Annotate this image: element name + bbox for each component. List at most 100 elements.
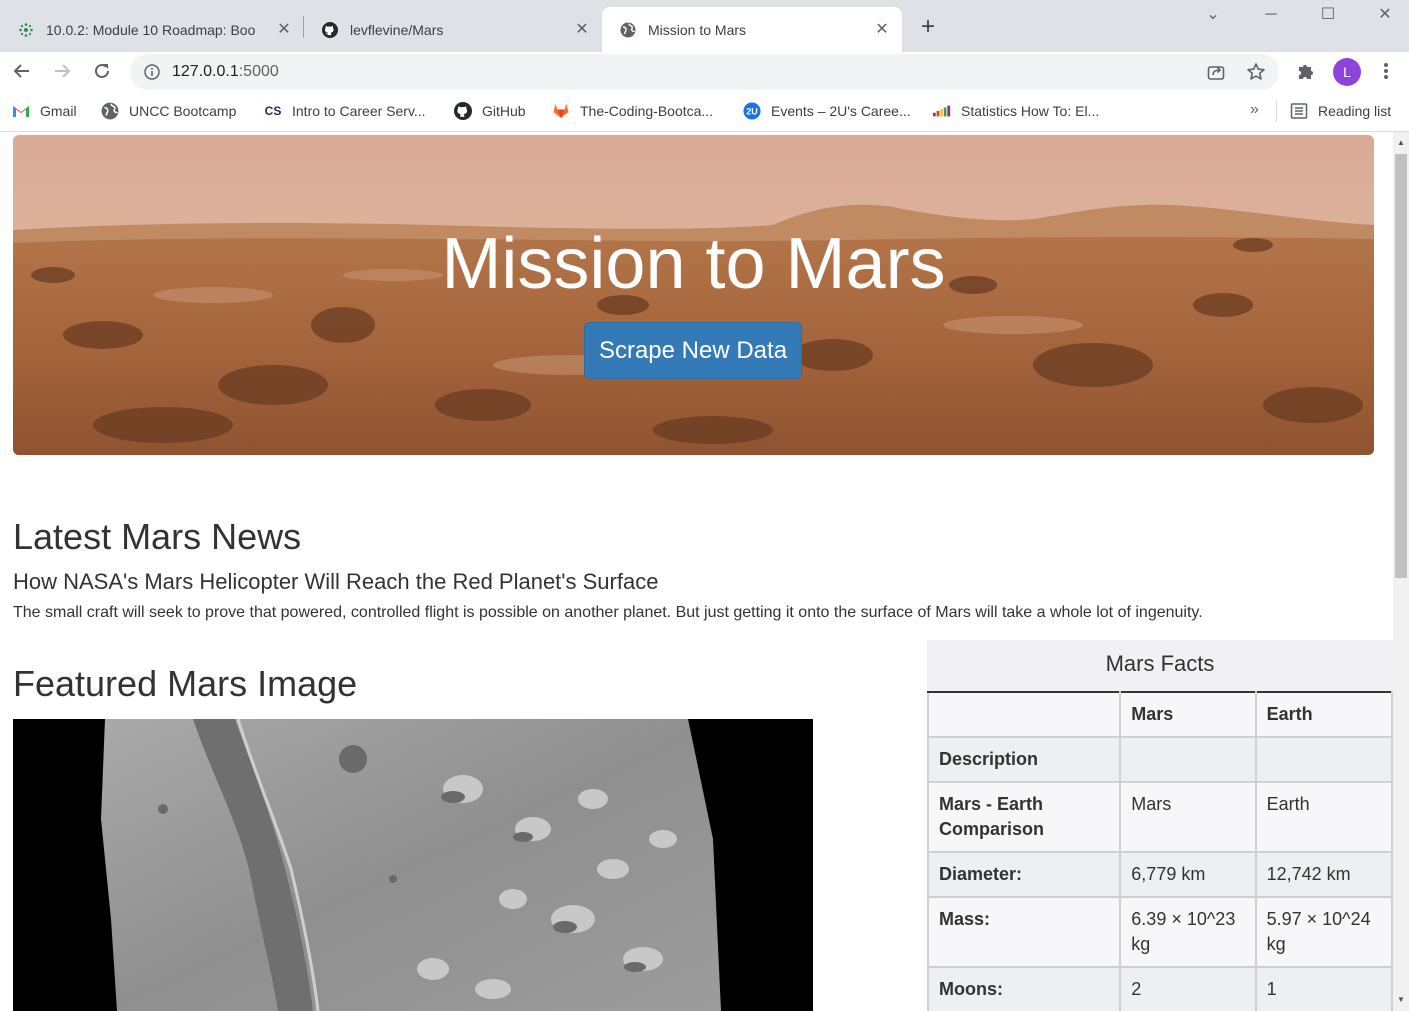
reading-list-icon: [1290, 102, 1308, 120]
featured-mars-image: [13, 719, 813, 1011]
table-cell: 2: [1119, 966, 1257, 1011]
table-header-cell: Earth: [1254, 691, 1393, 738]
news-paragraph: The small craft will seek to prove that …: [13, 604, 1203, 621]
mars-facts-table: Mars Earth Description Mars - Earth Comp…: [926, 691, 1393, 1011]
tab-mission-to-mars[interactable]: Mission to Mars ✕: [602, 7, 902, 52]
profile-avatar[interactable]: L: [1333, 58, 1361, 86]
tab-title: levflevine/Mars: [350, 21, 444, 38]
table-row: Mass: 6.39 × 10^23 kg 5.97 × 10^24 kg: [926, 896, 1393, 968]
featured-image-heading: Featured Mars Image: [13, 663, 358, 704]
bookmark-statistics-how-to[interactable]: Statistics How To: El...: [933, 100, 1099, 122]
table-cell: 1: [1254, 966, 1393, 1011]
forward-icon[interactable]: [46, 55, 78, 87]
bookmark-star-icon[interactable]: [1246, 62, 1266, 82]
bookmark-label: Gmail: [40, 103, 77, 119]
globe-icon: [620, 22, 636, 38]
hero-jumbotron: Mission to Mars Scrape New Data: [13, 135, 1374, 455]
back-icon[interactable]: [6, 55, 38, 87]
page-viewport: Mission to Mars Scrape New Data Latest M…: [0, 132, 1393, 1011]
gitlab-icon: [552, 102, 570, 120]
close-tab-icon[interactable]: ✕: [574, 21, 590, 38]
table-cell: [1254, 736, 1393, 783]
bookmark-uncc-bootcamp[interactable]: UNCC Bootcamp: [101, 100, 236, 122]
news-title: How NASA's Mars Helicopter Will Reach th…: [13, 569, 659, 594]
scroll-down-arrow-icon[interactable]: ▼: [1393, 993, 1409, 1007]
bookmark-intro-career-services[interactable]: CS Intro to Career Serv...: [264, 100, 426, 122]
canvas-icon: [18, 22, 34, 38]
tab-github-mars[interactable]: levflevine/Mars ✕: [304, 7, 602, 52]
url-text: 127.0.0.1:5000: [172, 63, 279, 81]
scrollbar-thumb[interactable]: [1395, 154, 1407, 578]
tab-search-chevron-icon[interactable]: ⌄: [1190, 2, 1236, 30]
globe-icon: [101, 102, 119, 120]
table-row-label: Mars - Earth Comparison: [926, 781, 1122, 853]
url-port: :5000: [238, 63, 279, 80]
new-tab-icon[interactable]: +: [914, 14, 942, 42]
hero-title: Mission to Mars: [441, 224, 946, 304]
cs-icon: CS: [264, 104, 282, 118]
bookmark-label: UNCC Bootcamp: [129, 103, 237, 119]
latest-news-heading: Latest Mars News: [13, 516, 302, 557]
close-tab-icon[interactable]: ✕: [874, 21, 890, 38]
table-cell: 5.97 × 10^24 kg: [1254, 896, 1393, 968]
scrape-new-data-button[interactable]: Scrape New Data: [584, 322, 802, 379]
mars-facts-caption: Mars Facts: [927, 640, 1393, 691]
window-close-icon[interactable]: ✕: [1362, 2, 1408, 30]
table-header-row: Mars Earth: [926, 691, 1393, 738]
site-info-icon[interactable]: [144, 64, 160, 80]
bookmark-label: GitHub: [482, 103, 526, 119]
2u-icon: 2U: [743, 102, 761, 120]
featured-image-render: [13, 719, 813, 1011]
maximize-icon[interactable]: ☐: [1305, 2, 1351, 30]
gmail-icon: [12, 102, 30, 120]
table-cell: Mars: [1119, 781, 1257, 853]
bookmark-label: Events – 2U's Caree...: [771, 103, 911, 119]
table-row-label: Mass:: [926, 896, 1122, 968]
reading-list-label: Reading list: [1318, 103, 1392, 119]
address-bar[interactable]: 127.0.0.1:5000: [130, 54, 1279, 90]
table-cell: 6,779 km: [1119, 851, 1257, 898]
menu-kebab-icon[interactable]: [1370, 55, 1402, 87]
table-row: Mars - Earth Comparison Mars Earth: [926, 781, 1393, 853]
table-cell: Earth: [1254, 781, 1393, 853]
bookmark-2u-events[interactable]: 2U Events – 2U's Caree...: [743, 100, 911, 122]
scroll-up-arrow-icon[interactable]: ▲: [1393, 136, 1409, 150]
bookmark-gmail[interactable]: Gmail: [12, 100, 77, 122]
github-icon: [454, 102, 472, 120]
svg-text:2U: 2U: [746, 107, 758, 117]
github-icon: [322, 21, 338, 38]
table-cell: [1119, 736, 1257, 783]
bookmark-github[interactable]: GitHub: [454, 100, 526, 122]
reload-icon[interactable]: [86, 55, 118, 87]
table-row: Diameter: 6,779 km 12,742 km: [926, 851, 1393, 898]
tab-strip: 10.0.2: Module 10 Roadmap: Boo ✕ levflev…: [0, 0, 1409, 52]
table-row-label: Description: [926, 736, 1122, 783]
tab-title: 10.0.2: Module 10 Roadmap: Boo: [46, 21, 256, 38]
bookmarks-bar: Gmail UNCC Bootcamp CS Intro to Career S…: [0, 91, 1409, 132]
bookmark-label: Statistics How To: El...: [961, 103, 1100, 119]
table-cell: 12,742 km: [1254, 851, 1393, 898]
url-host: 127.0.0.1: [172, 63, 239, 80]
share-icon[interactable]: [1206, 62, 1226, 82]
table-row-label: Moons:: [926, 966, 1122, 1011]
bookmark-label: Intro to Career Serv...: [292, 103, 426, 119]
tab-title: Mission to Mars: [648, 21, 747, 38]
bookmarks-divider: [1276, 100, 1277, 122]
extensions-puzzle-icon[interactable]: [1290, 55, 1322, 87]
bookmark-coding-bootcamp[interactable]: The-Coding-Bootca...: [552, 100, 713, 122]
bookmarks-overflow-chevron[interactable]: »: [1250, 101, 1259, 119]
table-header-cell: [926, 691, 1122, 738]
browser-toolbar: 127.0.0.1:5000 L: [0, 52, 1409, 91]
table-cell: 6.39 × 10^23 kg: [1119, 896, 1257, 968]
bookmark-label: The-Coding-Bootca...: [580, 103, 714, 119]
table-row: Description: [926, 736, 1393, 783]
minimize-icon[interactable]: ─: [1248, 2, 1294, 30]
table-row-label: Diameter:: [926, 851, 1122, 898]
page-scrollbar[interactable]: ▲ ▼: [1393, 132, 1409, 1011]
mars-facts-panel: Mars Facts Mars Earth Description Mars -…: [926, 640, 1393, 1011]
close-tab-icon[interactable]: ✕: [276, 21, 292, 38]
table-header-cell: Mars: [1119, 691, 1257, 738]
reading-list-button[interactable]: Reading list: [1290, 100, 1391, 122]
table-row: Moons: 2 1: [926, 966, 1393, 1011]
tab-module-roadmap[interactable]: 10.0.2: Module 10 Roadmap: Boo ✕: [0, 7, 304, 52]
